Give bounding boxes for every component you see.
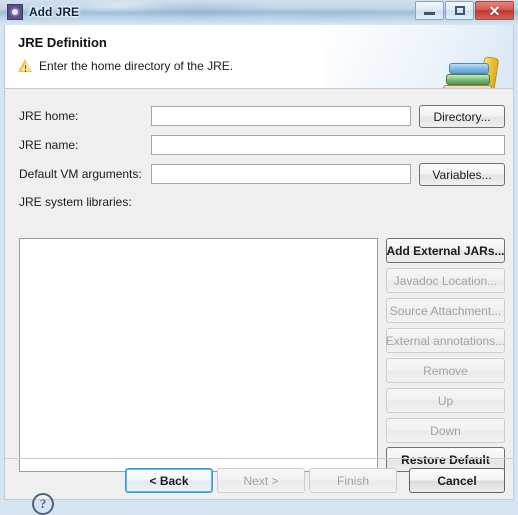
add-jre-dialog-window: Add JRE ✕ JRE Definition Enter the home … xyxy=(0,0,518,515)
down-button: Down xyxy=(386,418,505,443)
jre-name-label: JRE name: xyxy=(19,138,79,152)
variables-button[interactable]: Variables... xyxy=(419,163,505,186)
back-button[interactable]: < Back xyxy=(125,468,213,493)
jre-gear-icon xyxy=(7,4,23,20)
javadoc-location-button: Javadoc Location... xyxy=(386,268,505,293)
header-message-row: Enter the home directory of the JRE. xyxy=(18,59,233,73)
books-stack-icon xyxy=(443,55,501,88)
finish-button: Finish xyxy=(309,468,397,493)
source-attachment-button: Source Attachment... xyxy=(386,298,505,323)
warning-triangle-icon xyxy=(18,59,33,73)
dialog-body: JRE Definition Enter the home directory … xyxy=(4,25,514,515)
maximize-icon xyxy=(454,6,465,15)
wizard-header: JRE Definition Enter the home directory … xyxy=(5,25,513,89)
close-button[interactable]: ✕ xyxy=(475,1,514,20)
close-icon: ✕ xyxy=(488,2,501,19)
next-button: Next > xyxy=(217,468,305,493)
jre-home-input[interactable] xyxy=(151,106,411,126)
footer-separator xyxy=(5,458,513,459)
jre-system-libraries-list[interactable] xyxy=(19,238,378,472)
default-vm-arguments-input[interactable] xyxy=(151,164,411,184)
jre-name-input[interactable] xyxy=(151,135,505,155)
header-message: Enter the home directory of the JRE. xyxy=(39,59,234,73)
directory-button[interactable]: Directory... xyxy=(419,105,505,128)
up-button: Up xyxy=(386,388,505,413)
minimize-icon xyxy=(424,12,435,15)
external-annotations-button: External annotations... xyxy=(386,328,505,353)
jre-home-label: JRE home: xyxy=(19,109,79,123)
window-title: Add JRE xyxy=(29,5,80,19)
title-bar[interactable]: Add JRE ✕ xyxy=(0,0,518,25)
maximize-button[interactable] xyxy=(445,1,474,20)
cancel-button[interactable]: Cancel xyxy=(409,468,505,493)
help-icon[interactable]: ? xyxy=(32,493,54,515)
default-vm-arguments-label: Default VM arguments: xyxy=(19,167,142,181)
page-title: JRE Definition xyxy=(18,35,107,50)
remove-button: Remove xyxy=(386,358,505,383)
jre-system-libraries-label: JRE system libraries: xyxy=(19,195,132,209)
add-external-jars-button[interactable]: Add External JARs... xyxy=(386,238,505,263)
minimize-button[interactable] xyxy=(415,1,444,20)
